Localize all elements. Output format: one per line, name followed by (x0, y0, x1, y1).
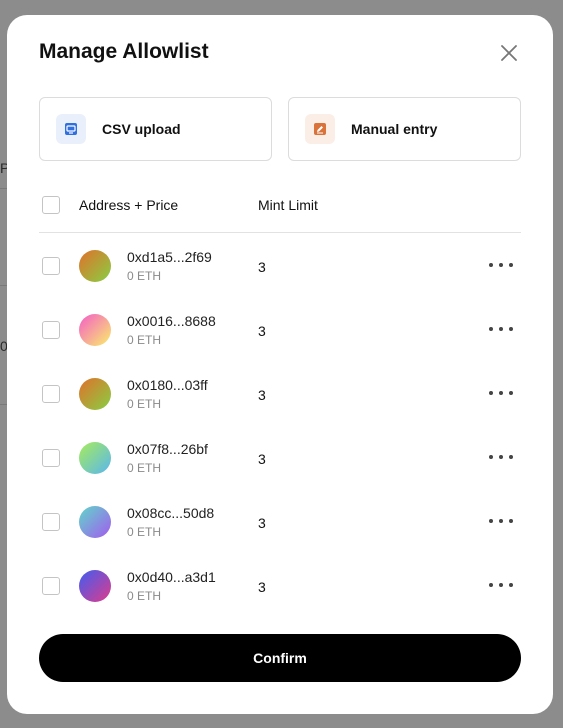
more-options-button[interactable] (489, 256, 513, 274)
more-dot (499, 455, 503, 459)
more-dot (489, 519, 493, 523)
close-icon (501, 45, 517, 61)
csv-upload-option[interactable]: CSV upload (39, 97, 272, 161)
row-price: 0 ETH (127, 525, 162, 539)
more-dot (489, 391, 493, 395)
more-dot (509, 583, 513, 587)
address-avatar (79, 570, 111, 602)
row-address: 0x0d40...a3d1 (127, 569, 216, 585)
row-address: 0x08cc...50d8 (127, 505, 215, 521)
allowlist-table-body: 0xd1a5...2f69 0 ETH 3 0x0016...8688 0 ET… (39, 234, 521, 618)
address-avatar (79, 250, 111, 282)
row-price: 0 ETH (127, 397, 162, 411)
row-price: 0 ETH (127, 461, 162, 475)
table-row: 0x07f8...26bf 0 ETH 3 (39, 426, 521, 490)
row-checkbox[interactable] (42, 321, 60, 339)
more-dot (499, 327, 503, 331)
more-dot (509, 519, 513, 523)
more-dot (489, 327, 493, 331)
more-dot (489, 263, 493, 267)
more-options-button[interactable] (489, 448, 513, 466)
row-mint-limit: 3 (258, 323, 266, 339)
row-address: 0x0016...8688 (127, 313, 216, 329)
more-options-button[interactable] (489, 512, 513, 530)
table-header: Address + Price Mint Limit (39, 187, 521, 233)
row-mint-limit: 3 (258, 387, 266, 403)
table-row: 0x0016...8688 0 ETH 3 (39, 298, 521, 362)
select-all-checkbox[interactable] (42, 196, 60, 214)
more-dot (509, 327, 513, 331)
confirm-button[interactable]: Confirm (39, 634, 521, 682)
manual-entry-option[interactable]: Manual entry (288, 97, 521, 161)
row-mint-limit: 3 (258, 579, 266, 595)
row-mint-limit: 3 (258, 259, 266, 275)
row-checkbox[interactable] (42, 577, 60, 595)
more-dot (499, 391, 503, 395)
column-header-address: Address + Price (79, 197, 179, 213)
row-price: 0 ETH (127, 269, 162, 283)
modal-title: Manage Allowlist (39, 40, 209, 63)
table-row: 0xd1a5...2f69 0 ETH 3 (39, 234, 521, 298)
close-button[interactable] (497, 42, 521, 64)
row-checkbox[interactable] (42, 257, 60, 275)
row-checkbox[interactable] (42, 385, 60, 403)
row-address: 0x07f8...26bf (127, 441, 208, 457)
table-row: 0x0d40...a3d1 0 ETH 3 (39, 554, 521, 618)
manage-allowlist-modal: Manage Allowlist CSV upload Manual entry (7, 15, 553, 714)
row-checkbox[interactable] (42, 449, 60, 467)
row-address: 0xd1a5...2f69 (127, 249, 212, 265)
manual-entry-label: Manual entry (351, 121, 438, 137)
row-price: 0 ETH (127, 333, 162, 347)
more-dot (509, 391, 513, 395)
more-options-button[interactable] (489, 384, 513, 402)
table-row: 0x08cc...50d8 0 ETH 3 (39, 490, 521, 554)
more-dot (499, 519, 503, 523)
row-price: 0 ETH (127, 589, 162, 603)
column-header-mint-limit: Mint Limit (258, 197, 318, 213)
row-checkbox[interactable] (42, 513, 60, 531)
more-dot (489, 455, 493, 459)
row-address: 0x0180...03ff (127, 377, 208, 393)
more-dot (509, 263, 513, 267)
more-dot (509, 455, 513, 459)
edit-icon (305, 114, 335, 144)
more-options-button[interactable] (489, 576, 513, 594)
csv-upload-label: CSV upload (102, 121, 181, 137)
row-mint-limit: 3 (258, 451, 266, 467)
more-options-button[interactable] (489, 320, 513, 338)
more-dot (499, 263, 503, 267)
address-avatar (79, 378, 111, 410)
more-dot (489, 583, 493, 587)
row-mint-limit: 3 (258, 515, 266, 531)
more-dot (499, 583, 503, 587)
csv-upload-icon (56, 114, 86, 144)
address-avatar (79, 506, 111, 538)
table-row: 0x0180...03ff 0 ETH 3 (39, 362, 521, 426)
address-avatar (79, 314, 111, 346)
address-avatar (79, 442, 111, 474)
